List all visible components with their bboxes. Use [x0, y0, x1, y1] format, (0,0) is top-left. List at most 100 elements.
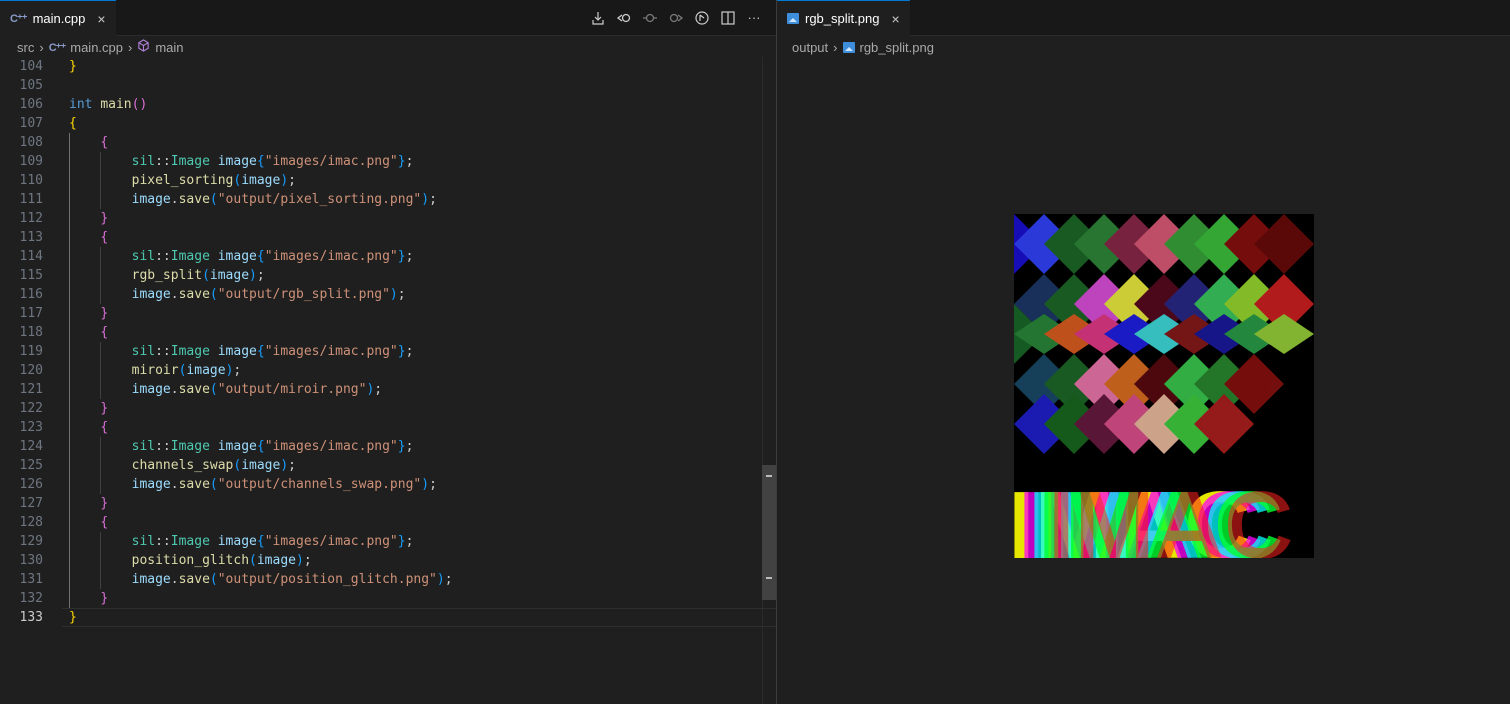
- code-line[interactable]: 116 image.save("output/rgb_split.png");: [0, 285, 776, 304]
- code-token: ;: [429, 192, 437, 207]
- code-text: sil::Image image{"images/imac.png"};: [69, 532, 414, 551]
- code-token: {: [100, 515, 109, 530]
- code-token: save: [178, 287, 210, 302]
- tab-rgb-split-png[interactable]: rgb_split.png ×: [777, 0, 910, 36]
- code-token: ): [280, 173, 289, 188]
- code-line[interactable]: 115 rgb_split(image);: [0, 266, 776, 285]
- code-token: position_glitch: [131, 553, 250, 568]
- code-text: {: [69, 513, 108, 532]
- code-token: save: [178, 572, 210, 587]
- code-line[interactable]: 107 {: [0, 114, 776, 133]
- code-token: image: [131, 382, 171, 397]
- code-text: sil::Image image{"images/imac.png"};: [69, 342, 414, 361]
- code-line[interactable]: 121 image.save("output/miroir.png");: [0, 380, 776, 399]
- code-token: (: [209, 192, 218, 207]
- code-line[interactable]: 104}: [0, 57, 776, 76]
- code-line[interactable]: 111 image.save("output/pixel_sorting.png…: [0, 190, 776, 209]
- code-line[interactable]: 120 miroir(image);: [0, 361, 776, 380]
- code-text: image.save("output/rgb_split.png");: [69, 285, 406, 304]
- line-number: 127: [19, 496, 43, 511]
- code-token: ::: [155, 249, 171, 264]
- code-line[interactable]: 123 {: [0, 418, 776, 437]
- code-token: "output/rgb_split.png": [217, 287, 390, 302]
- code-line[interactable]: 117 }: [0, 304, 776, 323]
- code-line[interactable]: 109 sil::Image image{"images/imac.png"};: [0, 152, 776, 171]
- code-token: {: [256, 154, 265, 169]
- chevron-right-icon: ›: [833, 39, 838, 55]
- code-line[interactable]: 130 position_glitch(image);: [0, 551, 776, 570]
- code-token: {: [100, 230, 109, 245]
- breadcrumb-folder[interactable]: output: [792, 40, 828, 55]
- breadcrumb: output › rgb_split.png: [777, 36, 1510, 58]
- image-preview[interactable]: IMAC IMAC IMAC IMAC IMAC: [1008, 214, 1314, 579]
- code-line[interactable]: 125 channels_swap(image);: [0, 456, 776, 475]
- go-forward-icon[interactable]: [668, 10, 684, 26]
- line-number: 108: [19, 135, 43, 150]
- code-editor[interactable]: 104} 105 106 int main() 107{108 {109 sil::Im…: [0, 57, 776, 704]
- line-number: 133: [19, 610, 43, 625]
- breadcrumb-symbol[interactable]: main: [137, 39, 184, 55]
- code-line[interactable]: 127 }: [0, 494, 776, 513]
- right-tab-bar: rgb_split.png ×: [777, 0, 1510, 36]
- code-line[interactable]: 132 }: [0, 589, 776, 608]
- code-token: pixel_sorting: [131, 173, 234, 188]
- code-line[interactable]: 129 sil::Image image{"images/imac.png"};: [0, 532, 776, 551]
- code-line[interactable]: 126 image.save("output/channels_swap.png…: [0, 475, 776, 494]
- line-number: 126: [19, 477, 43, 492]
- code-line[interactable]: 112 }: [0, 209, 776, 228]
- code-token: }: [100, 211, 109, 226]
- line-number: 109: [19, 154, 43, 169]
- split-editor-icon[interactable]: [720, 10, 736, 26]
- line-number: 119: [19, 344, 43, 359]
- code-line[interactable]: 110 pixel_sorting(image);: [0, 171, 776, 190]
- code-token: image: [217, 534, 257, 549]
- code-line[interactable]: 108 {: [0, 133, 776, 152]
- breadcrumb-file[interactable]: C⁺⁺ main.cpp: [49, 40, 123, 55]
- code-token: .: [170, 382, 179, 397]
- code-line[interactable]: 133}: [0, 608, 776, 627]
- more-actions-icon[interactable]: ···: [746, 10, 762, 26]
- code-token: miroir: [131, 363, 179, 378]
- code-line[interactable]: 105: [0, 76, 776, 95]
- code-text: {: [69, 323, 108, 342]
- chevron-right-icon: ›: [39, 39, 44, 55]
- close-icon[interactable]: ×: [97, 11, 105, 27]
- line-number: 131: [19, 572, 43, 587]
- code-token: (: [249, 553, 257, 568]
- code-token: {: [256, 534, 265, 549]
- breadcrumb-folder[interactable]: src: [17, 40, 34, 55]
- code-token: "output/pixel_sorting.png": [217, 192, 422, 207]
- code-line[interactable]: 114 sil::Image image{"images/imac.png"};: [0, 247, 776, 266]
- go-back-icon[interactable]: [616, 10, 632, 26]
- code-token: sil: [131, 249, 156, 264]
- editor-toolbar: ···: [590, 0, 762, 35]
- circle-icon[interactable]: [642, 10, 658, 26]
- line-number: 106: [19, 97, 43, 112]
- code-line[interactable]: 118 {: [0, 323, 776, 342]
- code-token: {: [256, 249, 265, 264]
- code-token: sil: [131, 439, 156, 454]
- code-line[interactable]: 119 sil::Image image{"images/imac.png"};: [0, 342, 776, 361]
- code-text: sil::Image image{"images/imac.png"};: [69, 437, 414, 456]
- compare-changes-icon[interactable]: [590, 10, 606, 26]
- code-line[interactable]: 128 {: [0, 513, 776, 532]
- code-token: ;: [374, 382, 383, 397]
- code-line[interactable]: 106 int main(): [0, 95, 776, 114]
- breadcrumb-file[interactable]: rgb_split.png: [842, 40, 934, 55]
- code-token: }: [397, 154, 406, 169]
- cpp-file-icon: C⁺⁺: [48, 41, 67, 54]
- code-token: sil: [131, 344, 156, 359]
- compare-icon[interactable]: [694, 10, 710, 26]
- code-line[interactable]: 124 sil::Image image{"images/imac.png"};: [0, 437, 776, 456]
- code-line[interactable]: 131 image.save("output/position_glitch.p…: [0, 570, 776, 589]
- code-token: image: [217, 439, 257, 454]
- tab-main-cpp[interactable]: C⁺⁺ main.cpp ×: [0, 0, 116, 36]
- code-token: Image: [170, 154, 210, 169]
- code-line[interactable]: 113 {: [0, 228, 776, 247]
- close-icon[interactable]: ×: [891, 11, 899, 27]
- line-number: 124: [19, 439, 43, 454]
- code-line[interactable]: 122 }: [0, 399, 776, 418]
